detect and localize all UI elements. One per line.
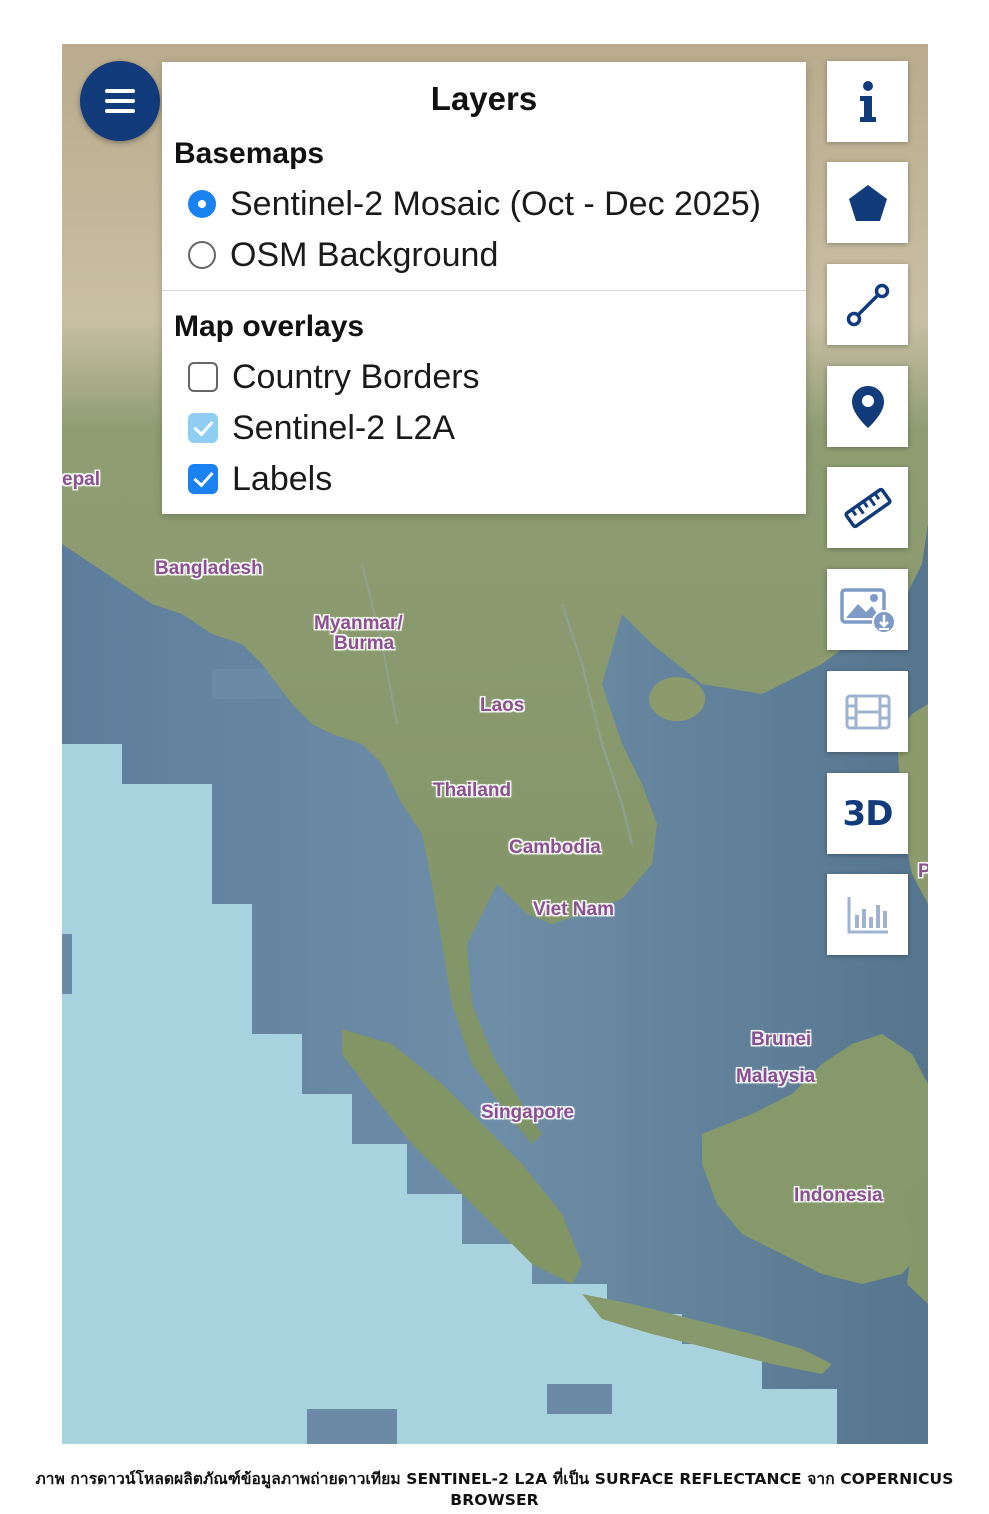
info-button[interactable] [827, 61, 908, 142]
label-malaysia: Malaysia [736, 1066, 816, 1087]
menu-button[interactable] [80, 61, 160, 141]
ruler-icon [843, 487, 892, 528]
layers-panel: Layers Basemaps Sentinel-2 Mosaic (Oct -… [162, 62, 806, 514]
pentagon-icon [848, 184, 887, 221]
label-thailand: Thailand [433, 780, 512, 801]
checkbox-checked-disabled[interactable] [188, 413, 218, 443]
location-pin-icon [851, 385, 884, 428]
panel-title: Layers [430, 80, 538, 117]
label-myanmar-1: Myanmar/ [314, 613, 403, 634]
3d-icon: 3D [842, 793, 894, 834]
info-icon [859, 80, 876, 122]
label-laos: Laos [480, 695, 525, 716]
figure-caption: ภาพ การดาวน์โหลดผลิตภัณฑ์ข้อมูลภาพถ่ายดา… [35, 1470, 954, 1509]
basemaps-title: Basemaps [174, 137, 325, 170]
overlay-option-country-borders[interactable]: Country Borders [188, 357, 480, 397]
label-singapore: Singapore [481, 1102, 574, 1123]
label-edge-p: P [918, 861, 928, 882]
radio-unselected[interactable] [188, 241, 216, 269]
checkbox-checked[interactable] [188, 464, 218, 494]
3d-button[interactable]: 3D [827, 773, 908, 854]
film-icon [845, 694, 890, 729]
basemap-option-osm[interactable]: OSM Background [188, 235, 498, 275]
label-brunei: Brunei [751, 1029, 812, 1050]
ruler-button[interactable] [827, 467, 908, 548]
overlays-title: Map overlays [174, 310, 365, 343]
label-vietnam: Viet Nam [533, 899, 614, 920]
label-myanmar-2: Burma [334, 633, 395, 654]
option-label: Labels [232, 459, 333, 498]
option-label: Sentinel-2 L2A [232, 408, 456, 447]
location-pin-button[interactable] [827, 366, 908, 447]
hamburger-icon [105, 89, 135, 113]
label-nepal: epal [62, 469, 101, 490]
basemap-option-sentinel-mosaic[interactable]: Sentinel-2 Mosaic (Oct - Dec 2025) [188, 184, 761, 224]
timelapse-button[interactable] [827, 671, 908, 752]
image-download-button[interactable] [827, 569, 908, 650]
draw-polygon-button[interactable] [827, 162, 908, 243]
option-label: Sentinel-2 Mosaic (Oct - Dec 2025) [230, 184, 761, 223]
draw-line-button[interactable] [827, 264, 908, 345]
option-label: Country Borders [232, 357, 480, 396]
label-indonesia: Indonesia [794, 1185, 883, 1206]
option-label: OSM Background [230, 235, 499, 274]
radio-selected[interactable] [188, 190, 216, 218]
label-bangladesh: Bangladesh [155, 558, 263, 579]
image-download-icon [839, 587, 896, 634]
overlay-option-sentinel-l2a[interactable]: Sentinel-2 L2A [188, 408, 455, 448]
line-measure-icon [846, 283, 889, 326]
label-cambodia: Cambodia [509, 837, 601, 858]
divider [162, 290, 806, 291]
histogram-icon [847, 896, 888, 933]
histogram-button[interactable] [827, 874, 908, 955]
overlay-option-labels[interactable]: Labels [188, 459, 332, 499]
checkbox-unchecked[interactable] [188, 362, 218, 392]
